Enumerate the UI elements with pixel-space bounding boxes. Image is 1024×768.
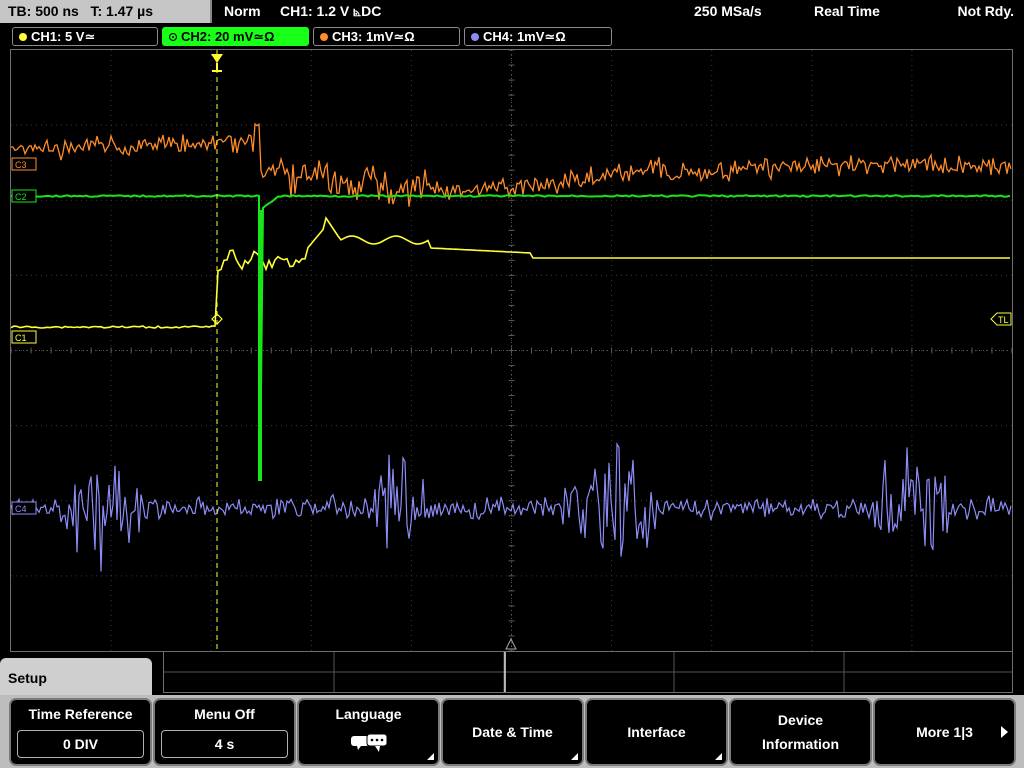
device-information-button[interactable]: Device Information xyxy=(729,698,872,766)
ch3-dot-icon xyxy=(320,33,328,41)
sample-rate: 250 MSa/s xyxy=(694,3,762,19)
device-information-label: Device Information xyxy=(762,712,839,752)
interface-button[interactable]: Interface xyxy=(585,698,728,766)
ch4-waveform xyxy=(11,441,1012,572)
ch4-dot-icon xyxy=(471,33,479,41)
menu-off-button[interactable]: Menu Off 4 s xyxy=(153,698,296,766)
more-button[interactable]: More 1|3 xyxy=(873,698,1016,766)
menu-off-value: 4 s xyxy=(161,730,288,758)
channel-tab-ch3[interactable]: CH3: 1mV≃Ω xyxy=(313,27,460,46)
ch4-label: CH4: 1mV≃Ω xyxy=(483,29,566,44)
language-label: Language xyxy=(335,706,402,722)
submenu-corner-icon xyxy=(571,753,578,760)
acquisition-status: Not Rdy. xyxy=(957,3,1014,19)
ch1-label: CH1: 5 V≃ xyxy=(31,29,96,44)
ch3-marker[interactable]: C3 xyxy=(11,157,37,171)
date-time-label: Date & Time xyxy=(472,724,553,740)
trigger-time-marker[interactable] xyxy=(211,54,223,72)
channel-tab-ch1[interactable]: CH1: 5 V≃ xyxy=(12,27,158,46)
submenu-corner-icon xyxy=(715,753,722,760)
menu-title: Setup xyxy=(8,670,47,686)
svg-text:C3: C3 xyxy=(15,160,27,170)
more-label: More 1|3 xyxy=(916,724,973,740)
ch4-marker[interactable]: C4 xyxy=(11,501,37,515)
channel-tab-ch2[interactable]: CH2: 20 mV≃Ω xyxy=(162,27,309,46)
trigger-level-marker[interactable]: TL xyxy=(990,312,1012,326)
status-bar: Norm CH1: 1.2 V ⦝DC 250 MSa/s Real Time … xyxy=(214,0,1024,23)
menu-title-tab: Setup xyxy=(0,658,152,698)
trigger-info: CH1: 1.2 V ⦝DC xyxy=(280,3,382,19)
run-mode: Real Time xyxy=(814,3,880,19)
time-reference-label: Time Reference xyxy=(28,706,133,722)
ch2-label: CH2: 20 mV≃Ω xyxy=(181,29,275,44)
date-time-button[interactable]: Date & Time xyxy=(441,698,584,766)
submenu-corner-icon xyxy=(427,753,434,760)
timebase-box[interactable]: TB: 500 ns T: 1.47 µs xyxy=(0,0,212,23)
ch2-marker[interactable]: C2 xyxy=(11,189,37,203)
ch2-waveform xyxy=(11,194,1011,481)
trigger-time-value: T: 1.47 µs xyxy=(90,3,154,19)
speech-bubbles-icon xyxy=(349,732,391,759)
ch1-waveform xyxy=(11,216,1010,329)
overview-strip xyxy=(163,651,1013,693)
interface-label: Interface xyxy=(627,724,686,740)
menu-off-label: Menu Off xyxy=(194,706,255,722)
time-reference-value: 0 DIV xyxy=(17,730,144,758)
arrow-right-icon xyxy=(1001,726,1008,738)
svg-text:TL: TL xyxy=(998,315,1009,325)
language-button[interactable]: Language xyxy=(297,698,440,766)
svg-text:C1: C1 xyxy=(15,333,27,343)
acquisition-mode: Norm xyxy=(224,3,261,19)
time-reference-button[interactable]: Time Reference 0 DIV xyxy=(9,698,152,766)
timebase-value: TB: 500 ns xyxy=(8,3,79,19)
waveform-display[interactable]: C3 C2 C1 C4 TL xyxy=(10,49,1013,652)
ch1-dot-icon xyxy=(19,33,27,41)
channel-tab-ch4[interactable]: CH4: 1mV≃Ω xyxy=(464,27,612,46)
svg-text:C2: C2 xyxy=(15,192,27,202)
ch2-dot-icon xyxy=(169,33,177,41)
svg-text:C4: C4 xyxy=(15,504,27,514)
ch3-label: CH3: 1mV≃Ω xyxy=(332,29,415,44)
ch1-marker[interactable]: C1 xyxy=(11,330,37,344)
